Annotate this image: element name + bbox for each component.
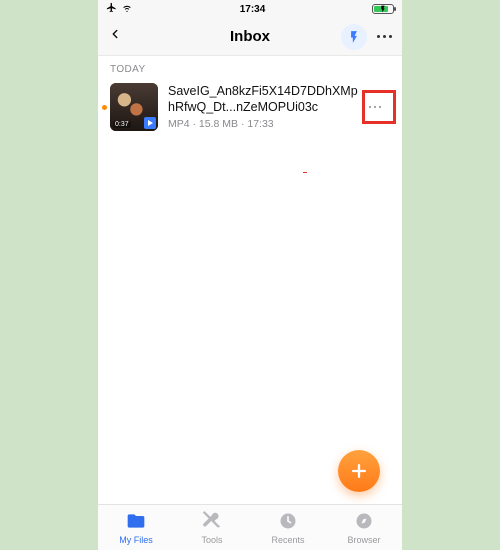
tab-label: Tools	[201, 535, 222, 545]
file-meta: MP4 · 15.8 MB · 17:33	[168, 118, 360, 130]
tab-label: Browser	[347, 535, 380, 545]
video-duration: 0:37	[113, 121, 131, 128]
nav-bar: Inbox	[98, 18, 402, 56]
file-thumbnail[interactable]: 0:37	[110, 83, 158, 131]
app-window: 17:34 Inbox TODAY 0:37	[98, 0, 402, 550]
add-fab[interactable]	[338, 450, 380, 492]
tab-bar: My Files Tools Recents Browser	[98, 504, 402, 550]
status-left	[106, 2, 133, 16]
file-info: SaveIG_An8kzFi5X14D7DDhXMphRfwQ_Dt...nZe…	[168, 84, 360, 130]
status-right	[372, 4, 394, 14]
back-button[interactable]	[108, 27, 122, 46]
tab-my-files[interactable]: My Files	[98, 505, 174, 550]
annotation-dash	[303, 172, 307, 173]
wifi-icon	[121, 3, 133, 16]
tab-label: My Files	[119, 535, 153, 545]
file-name: SaveIG_An8kzFi5X14D7DDhXMphRfwQ_Dt...nZe…	[168, 84, 360, 115]
tools-icon	[202, 511, 222, 533]
section-header-today: TODAY	[98, 56, 402, 79]
compass-icon	[354, 511, 374, 533]
unread-dot	[102, 105, 107, 110]
transfer-bolt-button[interactable]	[341, 24, 367, 50]
page-title: Inbox	[230, 28, 270, 45]
battery-icon	[372, 4, 394, 14]
status-time: 17:34	[240, 4, 266, 15]
tab-recents[interactable]: Recents	[250, 505, 326, 550]
nav-more-button[interactable]	[377, 35, 392, 38]
status-bar: 17:34	[98, 0, 402, 18]
file-more-button[interactable]	[360, 92, 390, 122]
clock-icon	[278, 511, 298, 533]
folder-icon	[126, 511, 146, 533]
airplane-icon	[106, 2, 117, 16]
tab-browser[interactable]: Browser	[326, 505, 402, 550]
play-icon	[144, 117, 156, 129]
tab-tools[interactable]: Tools	[174, 505, 250, 550]
tab-label: Recents	[271, 535, 304, 545]
file-row[interactable]: 0:37 SaveIG_An8kzFi5X14D7DDhXMphRfwQ_Dt.…	[98, 79, 402, 135]
